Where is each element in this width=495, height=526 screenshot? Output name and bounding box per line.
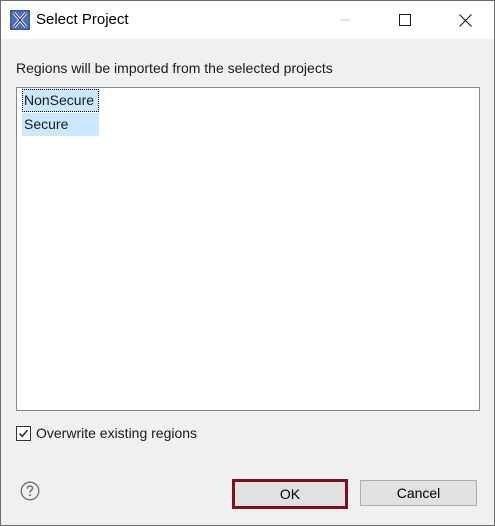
help-button[interactable] [20, 481, 40, 501]
select-project-dialog: Select Project Regions will be imported … [0, 0, 495, 526]
list-item-label: NonSecure [24, 92, 95, 108]
maximize-icon [399, 14, 411, 26]
minimize-icon [340, 19, 350, 21]
list-item-secure[interactable]: Secure [22, 113, 99, 136]
cancel-button[interactable]: Cancel [360, 480, 477, 506]
window-title: Select Project [36, 11, 129, 28]
title-bar[interactable]: Select Project [1, 1, 494, 39]
close-button[interactable] [442, 1, 488, 39]
ok-button[interactable]: OK [232, 479, 348, 509]
close-icon [458, 13, 472, 27]
overwrite-label[interactable]: Overwrite existing regions [36, 425, 197, 441]
x-app-icon [10, 10, 30, 30]
overwrite-option[interactable]: Overwrite existing regions [16, 423, 197, 443]
overwrite-checkbox[interactable] [16, 425, 31, 441]
question-mark-icon [20, 481, 40, 501]
minimize-button[interactable] [322, 1, 368, 39]
maximize-button[interactable] [382, 1, 428, 39]
checkmark-icon [18, 429, 29, 437]
dialog-body: Regions will be imported from the select… [1, 39, 494, 525]
list-item-nonsecure[interactable]: NonSecure [22, 89, 99, 112]
project-list[interactable]: NonSecure Secure [16, 87, 480, 411]
dialog-prompt: Regions will be imported from the select… [16, 60, 333, 76]
list-item-label: Secure [24, 116, 69, 132]
